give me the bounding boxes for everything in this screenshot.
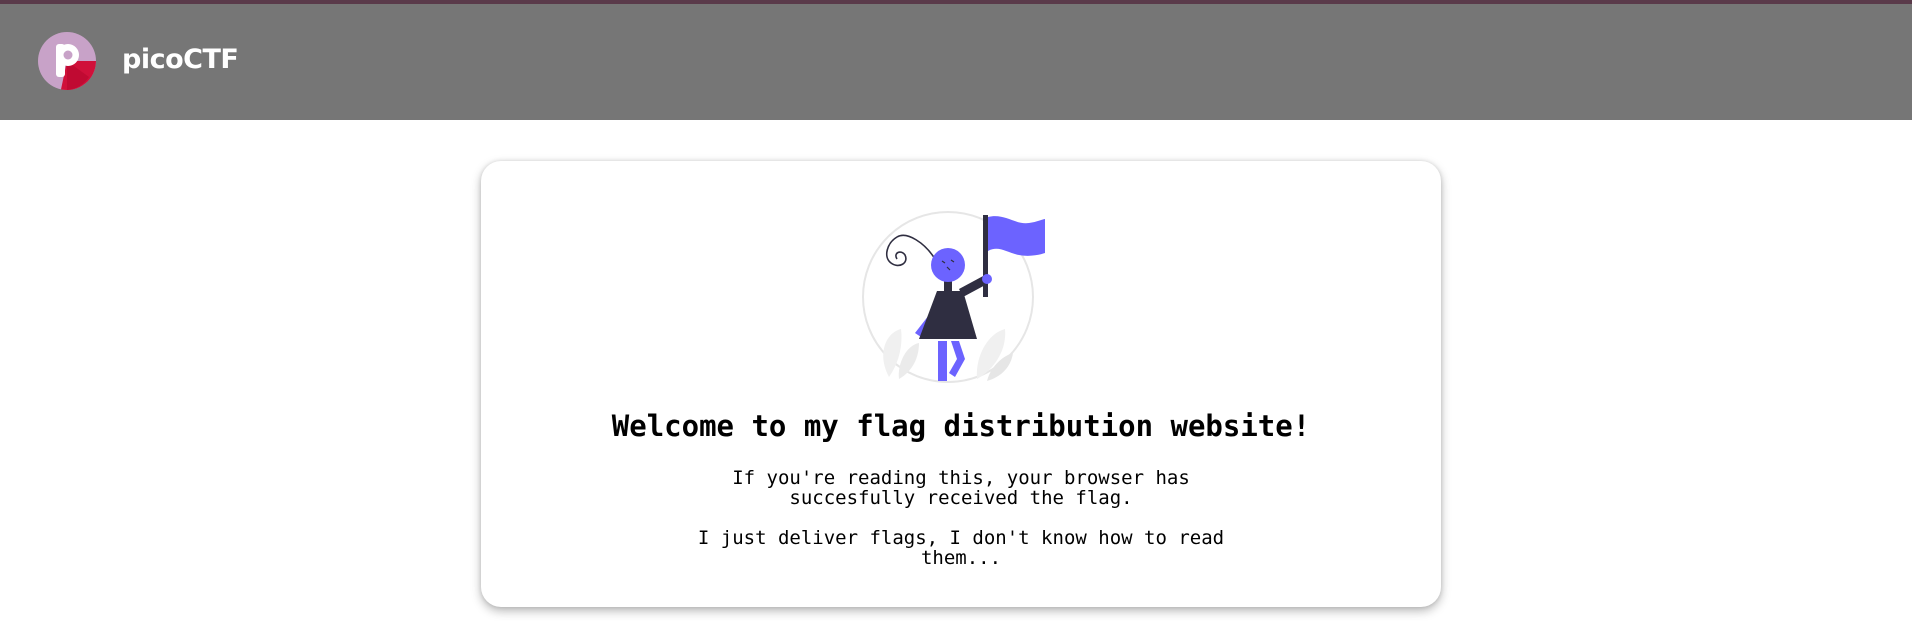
page-title: Welcome to my flag distribution website! bbox=[611, 409, 1311, 443]
picoctf-logo-icon[interactable] bbox=[37, 31, 97, 91]
flag-card: Welcome to my flag distribution website!… bbox=[481, 161, 1441, 607]
delivery-line-1: I just deliver flags, I don't know how t… bbox=[697, 527, 1225, 549]
intro-paragraph: If you're reading this, your browser has… bbox=[481, 468, 1441, 508]
intro-line-1: If you're reading this, your browser has bbox=[732, 467, 1190, 489]
brand-name[interactable]: picoCTF bbox=[122, 44, 239, 75]
delivery-line-2: them... bbox=[920, 547, 1002, 569]
site-header: picoCTF bbox=[0, 4, 1912, 120]
woman-holding-flag-illustration bbox=[859, 205, 1069, 385]
intro-line-2: succesfully received the flag. bbox=[789, 487, 1133, 509]
delivery-paragraph: I just deliver flags, I don't know how t… bbox=[481, 528, 1441, 568]
